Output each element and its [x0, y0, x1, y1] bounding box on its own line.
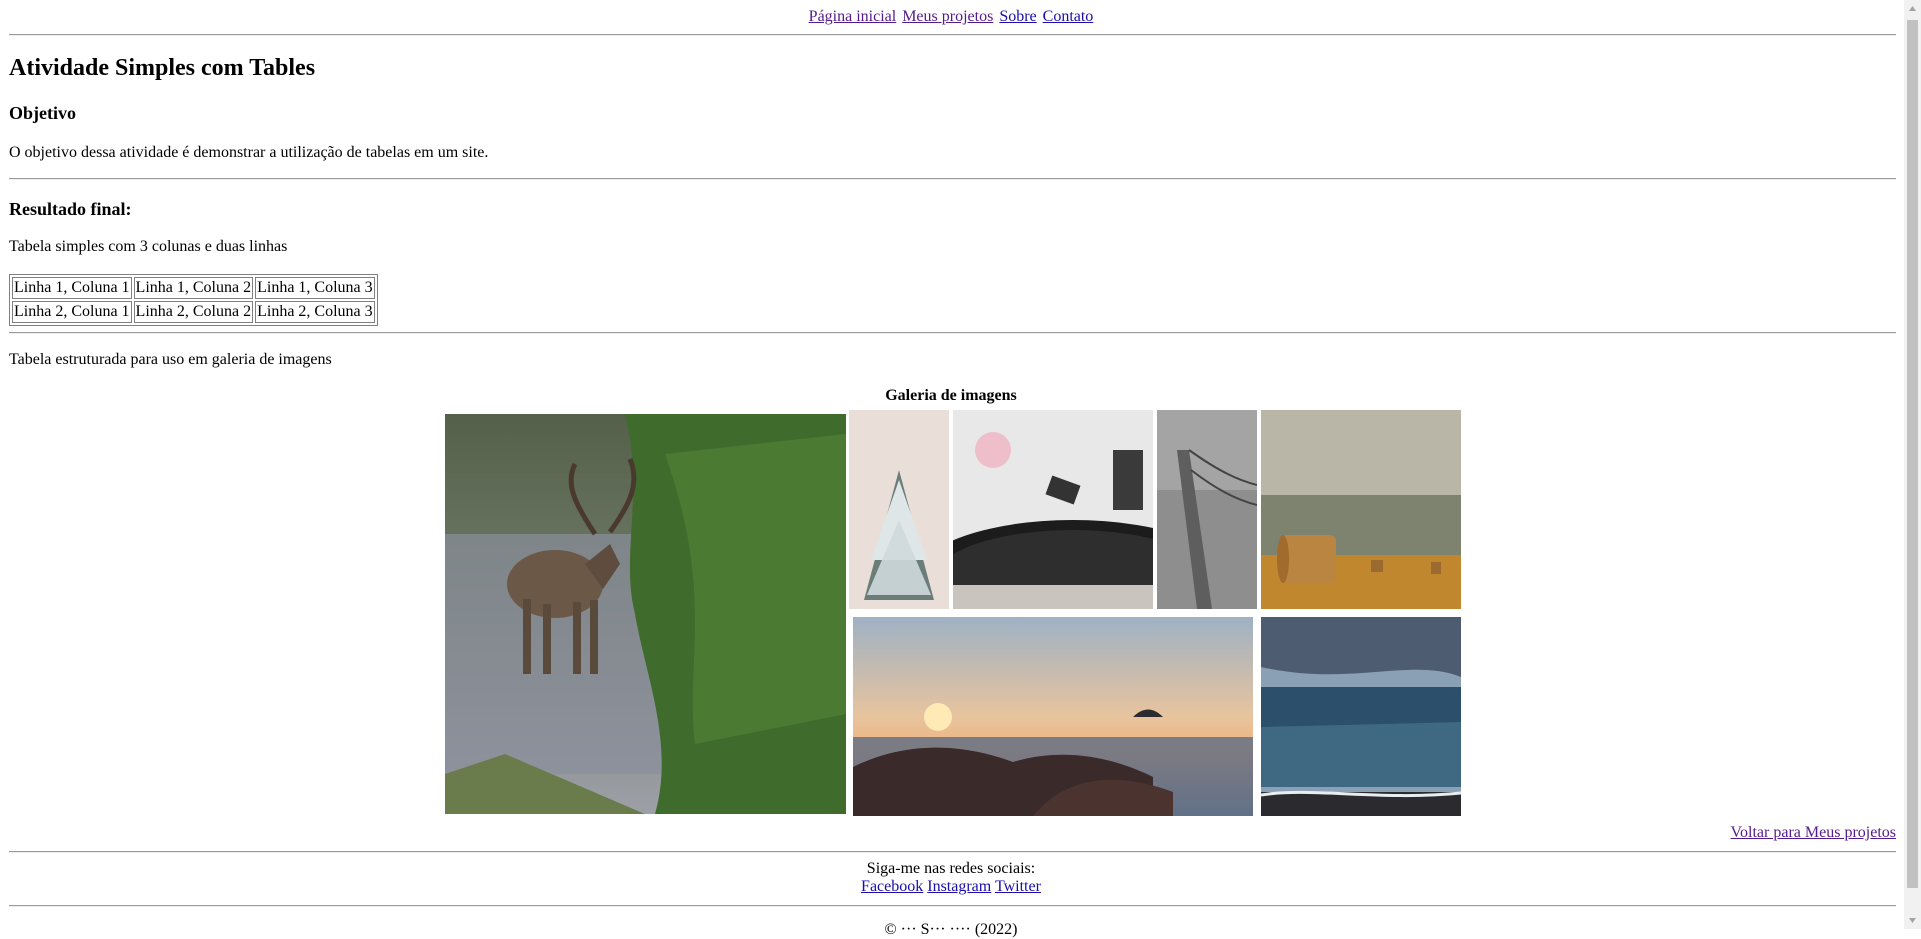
- follow-text: Siga-me nas redes sociais:: [866, 860, 1036, 877]
- table-cell: Linha 1, Coluna 3: [255, 277, 375, 299]
- top-navigation: Página inicial Meus projetos Sobre Conta…: [0, 7, 1902, 27]
- nav-link-about[interactable]: Sobre: [999, 8, 1036, 25]
- bridge-cables-photo: [1157, 410, 1257, 609]
- vertical-scrollbar[interactable]: [1904, 0, 1921, 929]
- page-title: Atividade Simples com Tables: [9, 55, 316, 81]
- objective-text: O objetivo dessa atividade é demonstrar …: [9, 144, 489, 161]
- divider: [9, 178, 1896, 180]
- nav-link-projects[interactable]: Meus projetos: [902, 8, 993, 25]
- table-cell: Linha 1, Coluna 1: [12, 277, 132, 299]
- table-cell: Linha 2, Coluna 1: [12, 301, 132, 323]
- divider: [9, 34, 1896, 36]
- table-row: Linha 2, Coluna 1 Linha 2, Coluna 2 Linh…: [12, 301, 375, 323]
- nav-link-home[interactable]: Página inicial: [809, 8, 897, 25]
- simple-table: Linha 1, Coluna 1 Linha 1, Coluna 2 Linh…: [9, 274, 378, 326]
- gallery-caption: Galeria de imagens: [885, 387, 1017, 404]
- stormy-sea-photo: [1261, 617, 1461, 816]
- objective-heading: Objetivo: [9, 103, 76, 123]
- facebook-link[interactable]: Facebook: [861, 878, 923, 895]
- scroll-up-arrow-icon[interactable]: [1904, 0, 1921, 17]
- record-player-photo: [953, 410, 1153, 609]
- footer: Siga-me nas redes sociais: Facebook Inst…: [0, 860, 1902, 896]
- table-cell: Linha 2, Coluna 2: [133, 301, 254, 323]
- social-links: Facebook Instagram Twitter: [0, 878, 1902, 896]
- nav-link-contact[interactable]: Contato: [1043, 8, 1094, 25]
- divider: [9, 332, 1896, 334]
- table-row: Linha 1, Coluna 1 Linha 1, Coluna 2 Linh…: [12, 277, 375, 299]
- scroll-down-arrow-icon[interactable]: [1904, 912, 1921, 929]
- table-cell: Linha 2, Coluna 3: [255, 301, 375, 323]
- snowy-pine-photo: [849, 410, 949, 609]
- table-cell: Linha 1, Coluna 2: [133, 277, 254, 299]
- page-content: Página inicial Meus projetos Sobre Conta…: [0, 0, 1902, 938]
- sunset-beach-rocks-photo: [853, 617, 1253, 816]
- divider: [9, 851, 1896, 853]
- hay-bale-field-photo: [1261, 410, 1461, 609]
- divider: [9, 905, 1896, 907]
- scrollbar-thumb[interactable]: [1907, 20, 1918, 888]
- back-to-projects-link[interactable]: Voltar para Meus projetos: [1731, 823, 1896, 843]
- instagram-link[interactable]: Instagram: [927, 878, 991, 895]
- gallery-intro-text: Tabela estruturada para uso em galeria d…: [9, 351, 332, 368]
- twitter-link[interactable]: Twitter: [995, 878, 1041, 895]
- simple-table-caption: Tabela simples com 3 colunas e duas linh…: [9, 238, 288, 255]
- copyright-text: © ··· S··· ···· (2022): [884, 921, 1018, 938]
- result-heading: Resultado final:: [9, 199, 132, 219]
- reindeer-in-river-photo: [445, 414, 846, 814]
